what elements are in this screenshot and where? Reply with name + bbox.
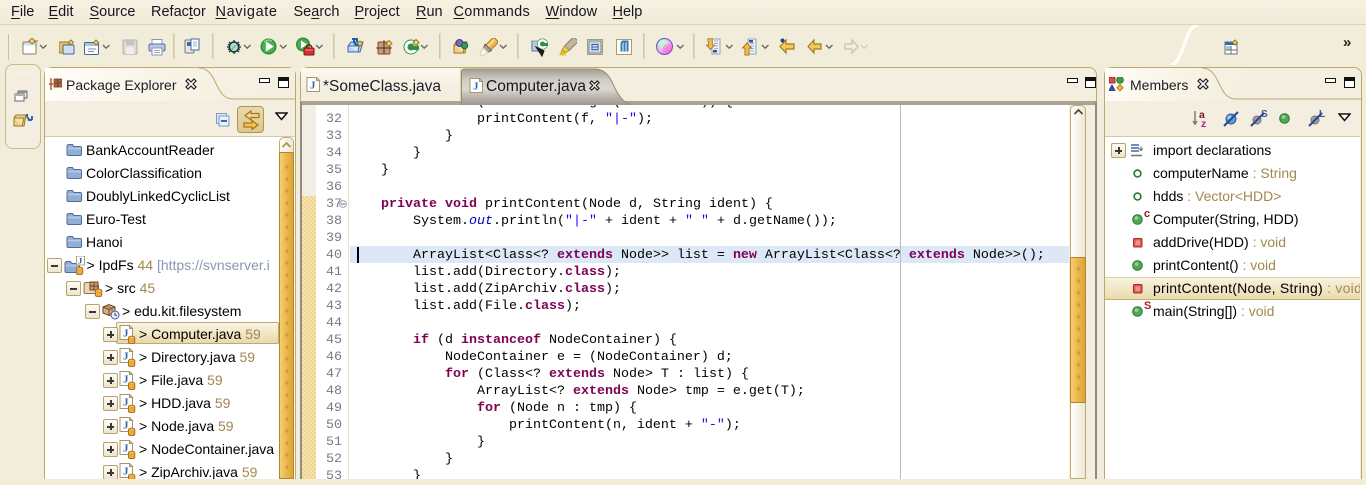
svg-text:z: z [1201, 118, 1206, 128]
